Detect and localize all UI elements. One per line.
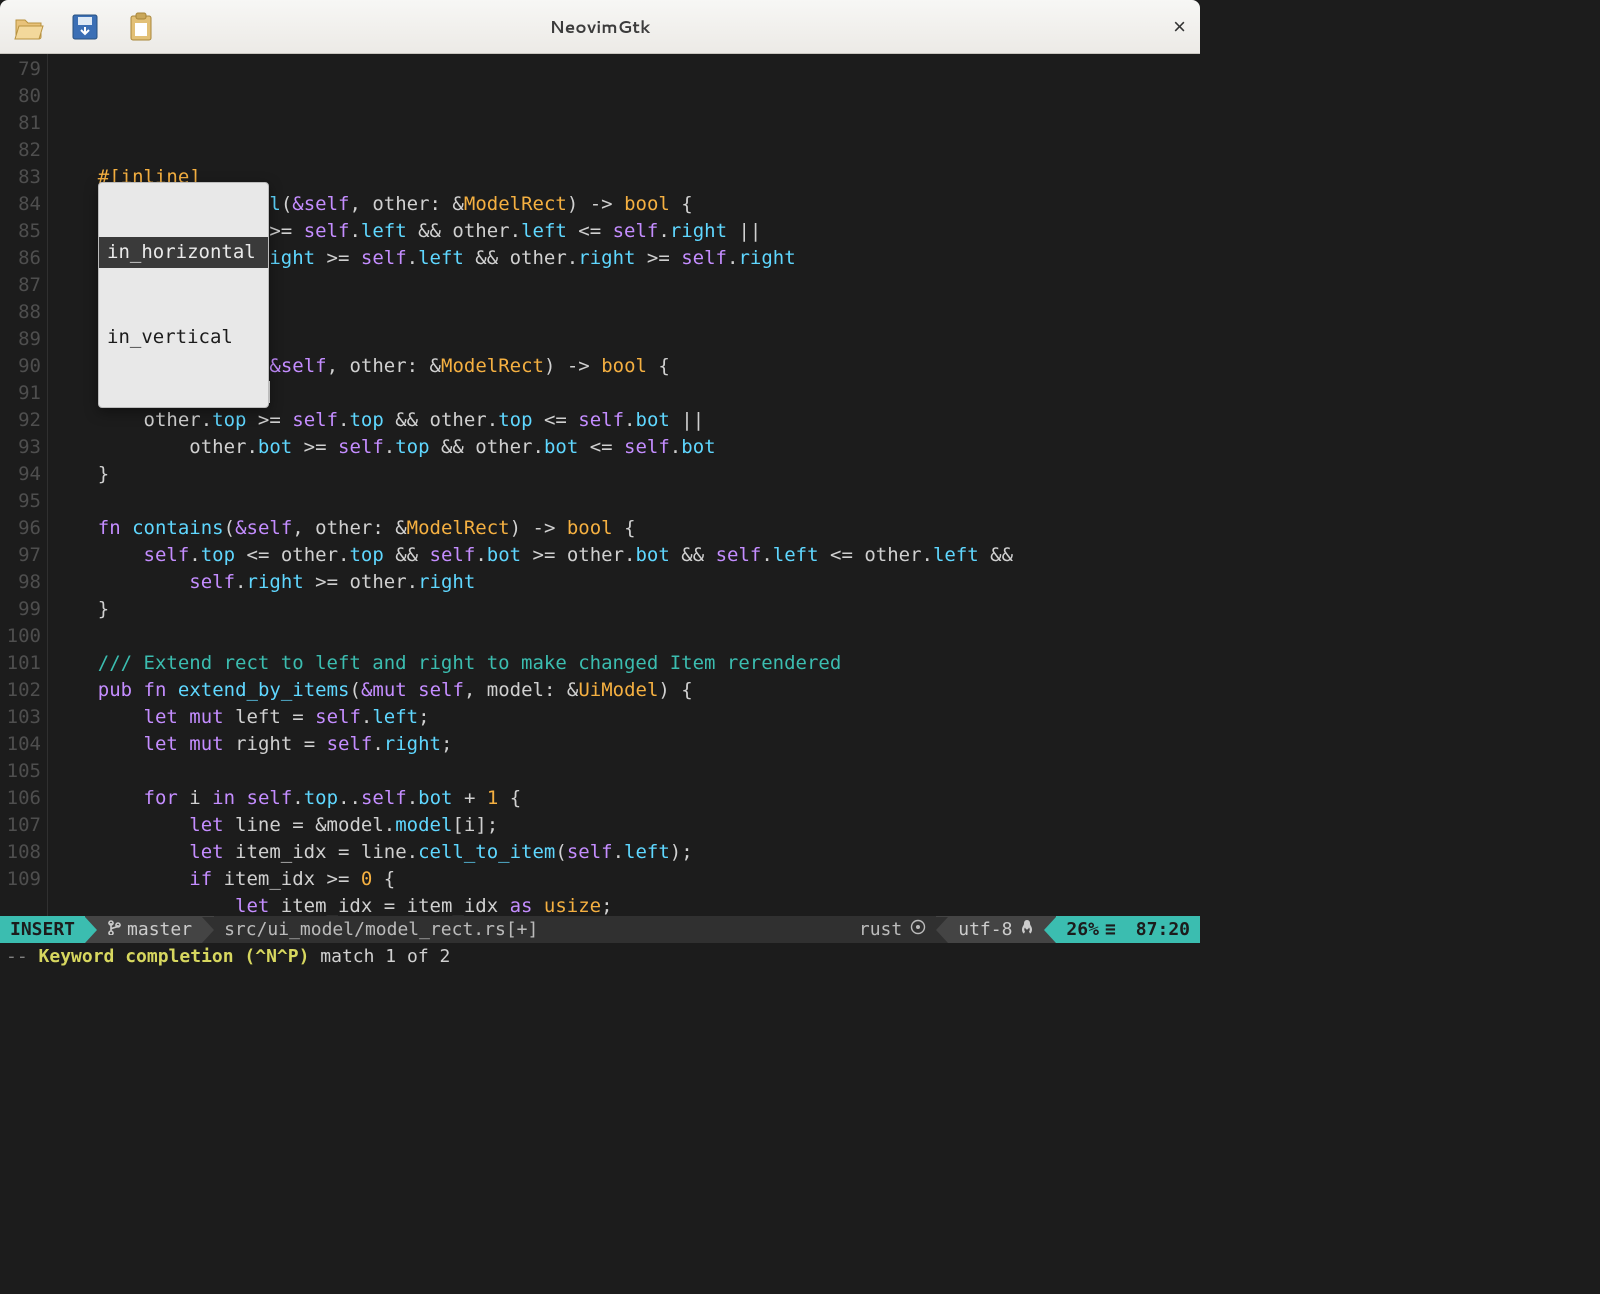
- filetype: rust: [849, 916, 936, 943]
- line-number: 95: [0, 488, 41, 515]
- line-number: 97: [0, 542, 41, 569]
- file-path: src/ui_model/model_rect.rs[+]: [214, 916, 548, 943]
- line-number: 103: [0, 704, 41, 731]
- line-number: 98: [0, 569, 41, 596]
- message-line: -- Keyword completion (^N^P) match 1 of …: [0, 943, 1200, 970]
- line-number: 80: [0, 83, 41, 110]
- msg-prefix: --: [6, 946, 39, 967]
- msg-match: match 1 of 2: [320, 946, 450, 967]
- line-number: 99: [0, 596, 41, 623]
- line-number: 91: [0, 380, 41, 407]
- close-icon[interactable]: ×: [1173, 14, 1186, 40]
- statusline-spacer: [548, 916, 849, 943]
- line-number: 94: [0, 461, 41, 488]
- line-number: 79: [0, 56, 41, 83]
- encoding-label: utf-8: [958, 916, 1012, 943]
- encoding: utf-8: [948, 916, 1044, 943]
- line-number-gutter: 7980818283848586878889909192939495969798…: [0, 54, 48, 916]
- code-line[interactable]: let item_idx = line.cell_to_item(self.le…: [52, 839, 1200, 866]
- line-number: 93: [0, 434, 41, 461]
- code-line[interactable]: }: [52, 596, 1200, 623]
- code-line[interactable]: for i in self.top..self.bot + 1 {: [52, 785, 1200, 812]
- cursor-col: 20: [1168, 916, 1190, 943]
- cursor-position: 87: 20: [1126, 916, 1200, 943]
- line-number: 90: [0, 353, 41, 380]
- percent-label: 26%: [1066, 916, 1099, 943]
- git-branch: master: [97, 916, 202, 943]
- line-number: 106: [0, 785, 41, 812]
- open-file-icon[interactable]: [14, 12, 44, 42]
- code-line[interactable]: other.top >= self.top && other.top <= se…: [52, 407, 1200, 434]
- line-number: 83: [0, 164, 41, 191]
- window-titlebar: NeovimGtk ×: [0, 0, 1200, 54]
- line-number: 105: [0, 758, 41, 785]
- completion-item[interactable]: in_horizontal: [99, 237, 268, 268]
- window-title: NeovimGtk: [0, 15, 1200, 39]
- completion-popup[interactable]: in_horizontal in_vertical: [98, 182, 269, 408]
- line-number: 102: [0, 677, 41, 704]
- code-line[interactable]: [52, 488, 1200, 515]
- code-line[interactable]: pub fn extend_by_items(&mut self, model:…: [52, 677, 1200, 704]
- paste-icon[interactable]: [126, 12, 156, 42]
- separator-icon: [85, 917, 97, 943]
- line-number: 82: [0, 137, 41, 164]
- scroll-percent: 26% ≡: [1056, 916, 1125, 943]
- status-line: INSERT master src/ui_model/model_rect.rs…: [0, 916, 1200, 943]
- code-line[interactable]: other.bot >= self.top && other.bot <= se…: [52, 434, 1200, 461]
- cursor-line: 87: [1136, 916, 1158, 943]
- toolbar-icons: [14, 12, 156, 42]
- line-number: 108: [0, 839, 41, 866]
- rust-icon: [910, 916, 926, 943]
- code-line[interactable]: let item_idx = item_idx as usize;: [52, 893, 1200, 916]
- code-buffer[interactable]: in_horizontal in_vertical #[inline] fn i…: [48, 54, 1200, 916]
- line-number: 88: [0, 299, 41, 326]
- line-number: 92: [0, 407, 41, 434]
- separator-icon: [936, 917, 948, 943]
- line-number: 109: [0, 866, 41, 893]
- msg-text: Keyword completion (^N^P): [39, 946, 321, 967]
- code-line[interactable]: fn contains(&self, other: &ModelRect) ->…: [52, 515, 1200, 542]
- code-line[interactable]: let mut left = self.left;: [52, 704, 1200, 731]
- save-icon[interactable]: [70, 12, 100, 42]
- line-number: 101: [0, 650, 41, 677]
- line-number: 107: [0, 812, 41, 839]
- line-number: 100: [0, 623, 41, 650]
- code-line[interactable]: [52, 623, 1200, 650]
- editor-area[interactable]: 7980818283848586878889909192939495969798…: [0, 54, 1200, 916]
- branch-name: master: [127, 916, 192, 943]
- linux-icon: [1020, 916, 1034, 943]
- position-separator: :: [1157, 916, 1168, 943]
- mode-indicator: INSERT: [0, 916, 85, 943]
- code-line[interactable]: let mut right = self.right;: [52, 731, 1200, 758]
- code-line[interactable]: }: [52, 461, 1200, 488]
- code-line[interactable]: self.right >= other.right: [52, 569, 1200, 596]
- line-number: 85: [0, 218, 41, 245]
- line-number: 89: [0, 326, 41, 353]
- code-line[interactable]: [52, 758, 1200, 785]
- code-line[interactable]: self.top <= other.top && self.bot >= oth…: [52, 542, 1200, 569]
- line-number: 87: [0, 272, 41, 299]
- line-number: 96: [0, 515, 41, 542]
- code-line[interactable]: let line = &model.model[i];: [52, 812, 1200, 839]
- separator-icon: [202, 917, 214, 943]
- lines-icon: ≡: [1105, 916, 1116, 943]
- line-number: 86: [0, 245, 41, 272]
- branch-icon: [107, 916, 121, 943]
- line-number: 84: [0, 191, 41, 218]
- separator-icon: [1044, 917, 1056, 943]
- code-line[interactable]: /// Extend rect to left and right to mak…: [52, 650, 1200, 677]
- filetype-label: rust: [859, 916, 902, 943]
- code-line[interactable]: if item_idx >= 0 {: [52, 866, 1200, 893]
- completion-item[interactable]: in_vertical: [99, 322, 268, 353]
- line-number: 81: [0, 110, 41, 137]
- line-number: 104: [0, 731, 41, 758]
